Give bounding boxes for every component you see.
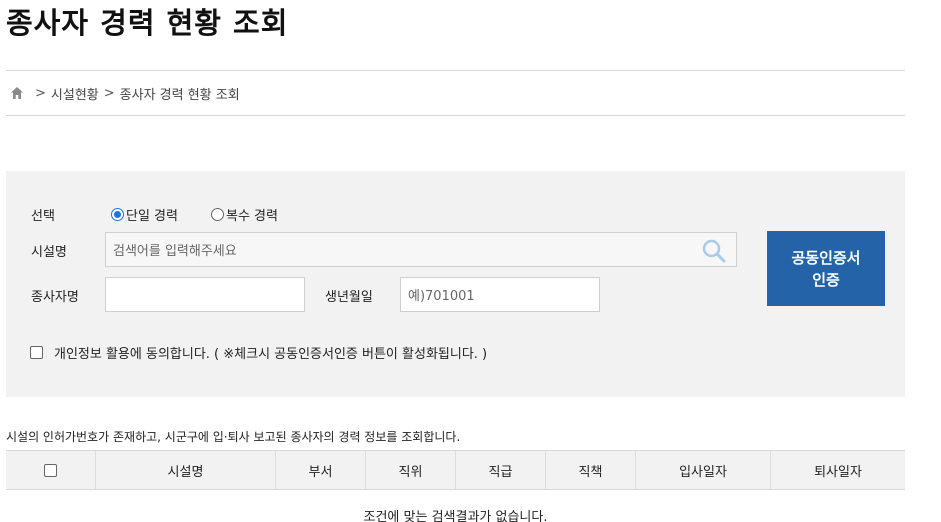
facility-search-placeholder: 검색어를 입력해주세요 [113,244,237,259]
radio-multiple-indicator[interactable] [211,208,224,221]
career-table: 시설명 부서 직위 직급 직책 입사일자 퇴사일자 조건에 맞는 검색결과가 없… [6,450,905,522]
facility-name-label: 시설명 [31,245,67,260]
breadcrumb: > 시설현황 > 종사자 경력 현황 조회 [6,70,905,116]
header-rank[interactable]: 직급 [456,451,546,489]
radio-single-career[interactable]: 단일 경력 [111,205,178,224]
search-notice: 시설의 인허가번호가 존재하고, 시군구에 입·퇴사 보고된 종사자의 경력 정… [6,430,461,444]
header-select-all [6,451,96,489]
page-title: 종사자 경력 현황 조회 [6,6,289,40]
radio-single-indicator[interactable] [111,208,124,221]
radio-multiple-label: 복수 경력 [226,209,278,224]
certificate-auth-line2: 인증 [812,270,840,289]
radio-multiple-career[interactable]: 복수 경력 [211,205,278,224]
search-icon[interactable] [701,238,727,264]
facility-search-input[interactable]: 검색어를 입력해주세요 [105,232,737,267]
birth-date-placeholder: 예)701001 [408,289,475,304]
header-position[interactable]: 직위 [366,451,456,489]
privacy-consent-checkbox[interactable] [30,346,43,359]
select-label: 선택 [31,209,55,224]
certificate-auth-line1: 공동인증서 [791,248,861,267]
breadcrumb-separator: > [35,85,46,101]
privacy-consent[interactable]: 개인정보 활용에 동의합니다. ( ※체크시 공동인증서인증 버튼이 활성화됩니… [30,343,487,362]
radio-single-label: 단일 경력 [126,209,178,224]
breadcrumb-separator: > [103,85,115,101]
header-department[interactable]: 부서 [276,451,366,489]
header-title[interactable]: 직책 [546,451,636,489]
header-hire-date[interactable]: 입사일자 [636,451,771,489]
breadcrumb-item-current: 종사자 경력 현황 조회 [119,87,240,103]
table-header: 시설명 부서 직위 직급 직책 입사일자 퇴사일자 [6,450,905,490]
search-panel: 선택 단일 경력 복수 경력 시설명 검색어를 입력해주세요 종사자명 생년월일… [6,171,905,397]
birth-date-input[interactable]: 예)701001 [400,277,600,312]
certificate-auth-button[interactable]: 공동인증서 인증 [767,231,885,306]
birth-date-label: 생년월일 [325,290,373,305]
worker-name-input[interactable] [105,277,305,312]
select-all-checkbox[interactable] [44,463,57,477]
home-icon[interactable] [10,86,24,100]
privacy-consent-label: 개인정보 활용에 동의합니다. ( ※체크시 공동인증서인증 버튼이 활성화됩니… [54,347,488,362]
breadcrumb-item-facility-status[interactable]: 시설현황 [51,84,99,103]
worker-name-label: 종사자명 [31,290,79,305]
empty-result-message: 조건에 맞는 검색결과가 없습니다. [363,509,548,522]
header-facility-name[interactable]: 시설명 [96,451,276,489]
header-leave-date[interactable]: 퇴사일자 [771,451,905,489]
